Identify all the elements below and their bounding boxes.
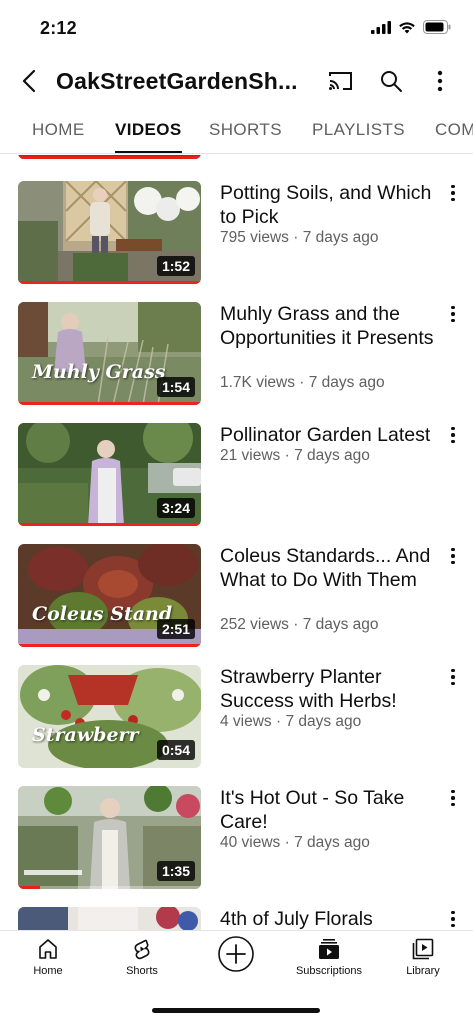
nav-library-label: Library (406, 965, 440, 977)
thumbnail-image (18, 907, 201, 930)
create-plus-icon (218, 936, 254, 972)
thumbnail-overlay-text: Coleus Stand (32, 603, 173, 625)
video-thumbnail[interactable]: 1:52 (18, 181, 201, 284)
video-metadata: 1.7K views · 7 days ago (220, 374, 385, 391)
video-item[interactable]: 1:52 Potting Soils, and Which to Pick 79… (0, 181, 473, 291)
video-duration: 1:52 (156, 256, 195, 276)
video-duration: 1:54 (156, 377, 195, 397)
video-thumbnail[interactable]: Muhly Grass 1:54 (18, 302, 201, 405)
video-thumbnail[interactable]: 3:24 (18, 423, 201, 526)
video-more-button[interactable] (446, 546, 460, 566)
video-more-button[interactable] (446, 788, 460, 808)
video-title[interactable]: Potting Soils, and Which to Pick (220, 181, 442, 229)
channel-title: OakStreetGardenSh... (56, 68, 298, 94)
video-thumbnail[interactable]: Strawberr 0:54 (18, 665, 201, 768)
status-time: 2:12 (40, 18, 77, 38)
watch-progress-bar (18, 886, 40, 889)
video-feed[interactable]: 1:52 Potting Soils, and Which to Pick 79… (0, 155, 473, 930)
library-icon (412, 938, 434, 960)
video-duration: 1:35 (156, 861, 195, 881)
video-duration: 3:24 (156, 498, 195, 518)
video-title[interactable]: Muhly Grass and the Opportunities it Pre… (220, 302, 442, 350)
video-metadata: 4 views · 7 days ago (220, 713, 362, 730)
wifi-icon (399, 21, 415, 33)
channel-tabs: HOME VIDEOS SHORTS PLAYLISTS COMMUNITY (0, 108, 473, 154)
video-more-button[interactable] (446, 183, 460, 203)
video-metadata: 795 views · 7 days ago (220, 229, 379, 246)
status-bar: 2:12 (0, 0, 473, 56)
thumbnail-overlay-text: Muhly Grass (32, 361, 166, 383)
app-header: OakStreetGardenSh... (0, 56, 473, 108)
bottom-navigation: Home Shorts Subscriptions Library (0, 930, 473, 990)
status-icons (371, 20, 451, 34)
watch-progress-bar (18, 156, 201, 159)
cast-button[interactable] (326, 66, 356, 96)
nav-shorts-label: Shorts (126, 965, 158, 977)
video-thumbnail[interactable]: 1:35 (18, 786, 201, 889)
video-title[interactable]: It's Hot Out - So Take Care! (220, 786, 442, 834)
nav-subscriptions[interactable]: Subscriptions (289, 937, 369, 977)
cellular-signal-icon (371, 20, 391, 34)
video-metadata: 21 views · 7 days ago (220, 447, 370, 464)
nav-home-label: Home (33, 965, 63, 977)
search-button[interactable] (376, 66, 406, 96)
video-title[interactable]: 4th of July Florals (220, 907, 442, 930)
tab-shorts[interactable]: SHORTS (209, 120, 282, 140)
nav-shorts[interactable]: Shorts (102, 937, 182, 977)
tab-community[interactable]: COMMUNITY (435, 120, 473, 140)
video-metadata: 40 views · 7 days ago (220, 834, 370, 851)
video-item[interactable]: Muhly Grass 1:54 Muhly Grass and the Opp… (0, 302, 473, 412)
video-title[interactable]: Coleus Standards... And What to Do With … (220, 544, 442, 592)
video-title[interactable]: Strawberry Planter Success with Herbs! (220, 665, 442, 713)
watch-progress-bar (18, 644, 201, 647)
shorts-icon (134, 939, 150, 960)
video-item[interactable]: 1:35 It's Hot Out - So Take Care! 40 vie… (0, 786, 473, 896)
video-more-button[interactable] (446, 304, 460, 324)
video-more-button[interactable] (446, 667, 460, 687)
watch-progress-bar (18, 402, 201, 405)
tab-home[interactable]: HOME (32, 120, 85, 140)
home-icon (39, 939, 57, 959)
video-item[interactable]: Strawberr 0:54 Strawberry Planter Succes… (0, 665, 473, 775)
progress-track (18, 886, 201, 889)
watch-progress-bar (18, 523, 201, 526)
video-thumbnail[interactable] (18, 907, 201, 930)
tab-playlists[interactable]: PLAYLISTS (312, 120, 405, 140)
thumbnail-overlay-text: Strawberr (32, 724, 139, 746)
nav-home[interactable]: Home (8, 937, 88, 977)
video-item[interactable]: Coleus Stand 2:51 Coleus Standards... An… (0, 544, 473, 654)
more-options-button[interactable] (425, 66, 455, 96)
video-item[interactable]: 3:24 Pollinator Garden Latest 21 views ·… (0, 423, 473, 533)
back-arrow-icon (22, 69, 36, 93)
watch-progress-bar (18, 281, 201, 284)
nav-library[interactable]: Library (383, 937, 463, 977)
cast-icon (329, 72, 352, 90)
home-indicator (152, 1008, 320, 1013)
nav-subscriptions-label: Subscriptions (295, 965, 363, 977)
video-item[interactable]: 4th of July Florals (0, 907, 473, 930)
tab-videos[interactable]: VIDEOS (115, 120, 182, 140)
vertical-dots-icon (437, 70, 443, 92)
battery-icon (423, 20, 451, 34)
video-more-button[interactable] (446, 425, 460, 445)
video-thumbnail[interactable]: Coleus Stand 2:51 (18, 544, 201, 647)
back-button[interactable] (14, 66, 44, 96)
search-icon (381, 71, 402, 92)
video-title[interactable]: Pollinator Garden Latest (220, 423, 442, 447)
video-duration: 0:54 (156, 740, 195, 760)
video-duration: 2:51 (156, 619, 195, 639)
video-metadata: 252 views · 7 days ago (220, 616, 379, 633)
subscriptions-icon (319, 939, 339, 959)
nav-create-button[interactable] (196, 935, 276, 973)
video-more-button[interactable] (446, 909, 460, 929)
active-tab-indicator (115, 151, 182, 153)
partial-thumbnail[interactable] (18, 155, 201, 159)
